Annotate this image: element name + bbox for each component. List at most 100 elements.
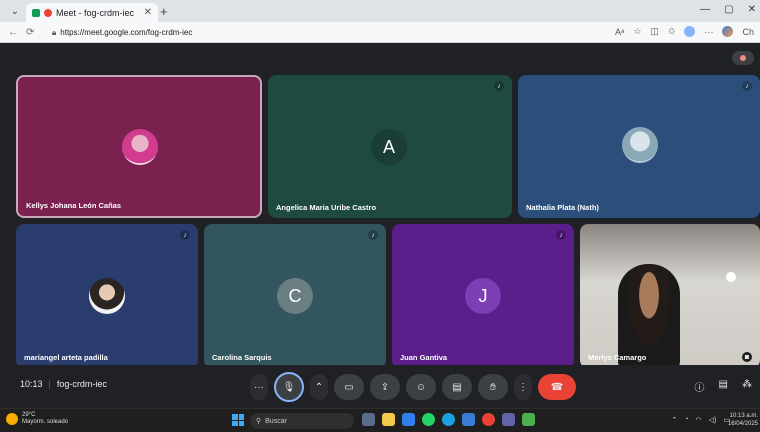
present-screen-button[interactable]: ⇪ (370, 374, 400, 400)
participant-tile[interactable]: ♪ mariangel arteta padilla (16, 224, 198, 368)
more-icon[interactable]: ··· (704, 27, 713, 37)
meet-controls: 10:13 | fog-crdm-iec ··· 🎙︎ ⌃ ▭ ⇪ ☺ ▤ ✋︎… (0, 365, 760, 408)
participant-tile[interactable]: Kellys Johana León Cañas (16, 75, 262, 218)
ceiling-light (726, 272, 736, 282)
participant-initial: C (277, 278, 313, 314)
url-text: https://meet.google.com/fog-crdm-iec (60, 28, 193, 37)
participant-tile[interactable]: ♪ C Carolina Sarquis (204, 224, 386, 368)
pin-icon[interactable]: ◙ (742, 352, 752, 362)
url-field[interactable]: 🔒︎ https://meet.google.com/fog-crdm-iec (52, 25, 632, 40)
new-tab-icon[interactable]: + (160, 4, 168, 19)
chat-icon[interactable]: ▤ (719, 379, 728, 394)
participant-name: Carolina Sarquis (212, 353, 272, 362)
captions-button[interactable]: ▤ (442, 374, 472, 400)
tab-list-chevron-icon[interactable]: ⌄ (6, 2, 24, 20)
meeting-time: 10:13 (20, 379, 43, 389)
camera-button[interactable]: ▭ (334, 374, 364, 400)
muted-mic-icon: ♪ (742, 81, 752, 91)
participant-name: Nathalia Plata (Nath) (526, 203, 599, 212)
system-tray: ⌃ ◔ ◠ ◁) ▭ (671, 416, 730, 424)
separator: | (48, 379, 51, 389)
edge-icon[interactable] (442, 413, 455, 426)
volume-icon[interactable]: ◁) (709, 416, 717, 424)
weather-widget[interactable]: 29°C Mayorm. soleado (6, 412, 68, 426)
favorite-icon[interactable]: ☆ (633, 26, 641, 37)
participant-initial: J (465, 278, 501, 314)
clock-date: 16/04/2025 (727, 421, 758, 427)
tab-close-icon[interactable]: ✕ (144, 7, 152, 18)
favorites-list-icon[interactable]: ✩ (668, 26, 676, 37)
participant-tile[interactable]: ♪ A Angelica Maria Uribe Castro (268, 75, 512, 218)
participant-name: Kellys Johana León Cañas (26, 201, 122, 210)
temperature: 29°C (22, 412, 36, 418)
address-bar: ← ⟳ 🔒︎ https://meet.google.com/fog-crdm-… (0, 22, 760, 43)
more-options-button[interactable]: ⋮ (514, 374, 532, 400)
app-icon[interactable] (522, 413, 535, 426)
sun-icon (6, 413, 18, 425)
whatsapp-icon[interactable] (422, 413, 435, 426)
participant-name: Merlys Camargo (588, 353, 647, 362)
teams-icon[interactable] (502, 413, 515, 426)
profile-avatar[interactable] (684, 26, 696, 37)
read-aloud-icon[interactable]: Aᵃ (615, 27, 624, 37)
participant-video-tile[interactable]: ◙ Merlys Camargo (580, 224, 760, 368)
browser-toolbar-icons: Aᵃ ☆ ◫ ✩ ··· Ch (615, 26, 754, 37)
reload-icon[interactable]: ⟳ (26, 27, 34, 38)
tab-meet[interactable]: Meet - fog-crdm-iec ✕ (26, 3, 158, 22)
leave-call-button[interactable]: ☎ (538, 374, 576, 400)
microphone-button[interactable]: 🎙︎ (274, 372, 304, 402)
participant-tile[interactable]: ♪ Nathalia Plata (Nath) (518, 75, 760, 218)
browser-tabbar: ⌄ Meet - fog-crdm-iec ✕ + — ▢ ✕ (0, 0, 760, 22)
participant-tile[interactable]: ♪ J Juan Gantiva (392, 224, 574, 368)
network-icon[interactable]: ◔ (684, 416, 688, 424)
back-icon[interactable]: ← (8, 27, 18, 38)
weather-text: Mayorm. soleado (22, 419, 69, 425)
tab-group-icon (32, 8, 40, 17)
participant-name: Angelica Maria Uribe Castro (276, 203, 377, 212)
activities-icon[interactable]: ⁂ (742, 379, 752, 394)
wifi-icon[interactable]: ◠ (696, 416, 702, 424)
audio-options-button[interactable]: ··· (250, 374, 268, 400)
mail-icon[interactable] (402, 413, 415, 426)
participant-initial: A (371, 129, 407, 165)
right-controls: ⓘ ▤ ⁂ (695, 379, 752, 394)
maximize-icon[interactable]: ▢ (724, 4, 733, 15)
muted-mic-icon: ♪ (494, 81, 504, 91)
lock-icon[interactable]: 🔒︎ (52, 28, 56, 38)
show-hidden-icon[interactable]: ⌃ (671, 416, 677, 424)
meeting-details-icon[interactable]: ⓘ (695, 379, 705, 394)
start-icon[interactable] (232, 414, 244, 426)
reactions-button[interactable]: ☺ (406, 374, 436, 400)
muted-mic-icon: ♪ (368, 230, 378, 240)
chrome-icon[interactable] (482, 413, 495, 426)
minimize-icon[interactable]: — (700, 4, 710, 15)
meet-stage: Kellys Johana León Cañas ♪ A Angelica Ma… (0, 43, 760, 408)
muted-mic-icon: ♪ (180, 230, 190, 240)
os-taskbar: 29°C Mayorm. soleado ⚲ Buscar ⌃ ◔ ◠ ◁) ▭… (0, 408, 760, 432)
close-window-icon[interactable]: ✕ (748, 4, 756, 15)
video-options-button[interactable]: ⌃ (310, 374, 328, 400)
search-placeholder: Buscar (265, 417, 287, 425)
system-clock[interactable]: 10:13 a.m. 16/04/2025 (728, 412, 758, 428)
participant-avatar (622, 127, 658, 163)
people-badge[interactable] (732, 51, 754, 65)
file-explorer-icon[interactable] (382, 413, 395, 426)
clock-time: 10:13 a.m. (729, 413, 758, 419)
participant-name: Juan Gantiva (400, 353, 448, 362)
raise-hand-button[interactable]: ✋︎ (478, 374, 508, 400)
meeting-code: fog-crdm-iec (56, 379, 107, 389)
recording-dot-icon (44, 8, 52, 17)
call-controls: ··· 🎙︎ ⌃ ▭ ⇪ ☺ ▤ ✋︎ ⋮ ☎ (250, 372, 576, 402)
search-icon: ⚲ (256, 418, 262, 425)
copilot-icon[interactable] (722, 26, 734, 37)
muted-mic-icon: ♪ (556, 230, 566, 240)
split-screen-icon[interactable]: ◫ (650, 26, 659, 37)
taskbar-search[interactable]: ⚲ Buscar (250, 413, 354, 429)
meeting-info: 10:13 | fog-crdm-iec (20, 379, 107, 389)
window-controls: — ▢ ✕ (700, 4, 756, 15)
store-icon[interactable] (462, 413, 475, 426)
task-view-icon[interactable] (362, 413, 375, 426)
profile-label: Ch (742, 26, 754, 37)
participant-name: mariangel arteta padilla (24, 353, 108, 362)
participant-avatar (89, 278, 125, 314)
